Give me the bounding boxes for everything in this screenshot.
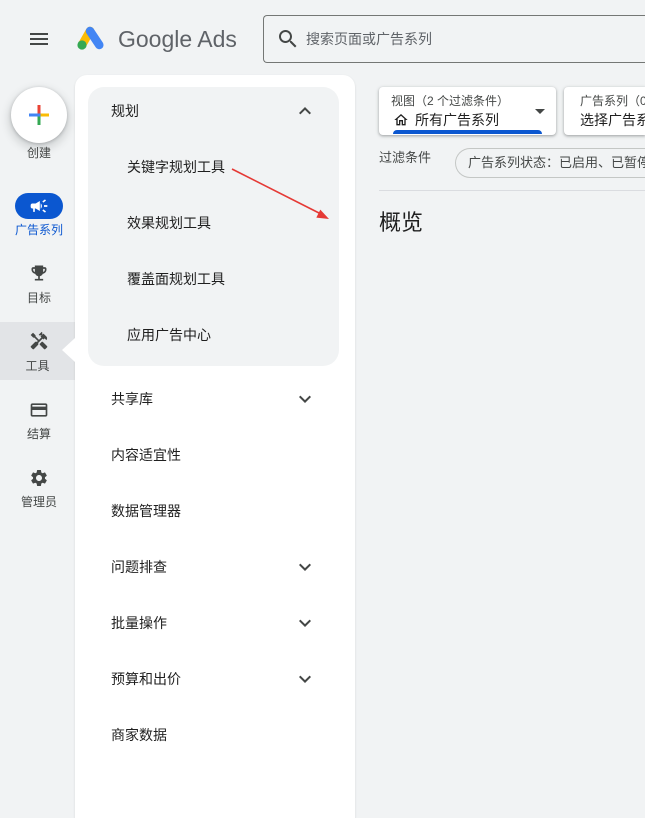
filter-chip-text: 广告系列状态：已启用、已暂停 bbox=[468, 155, 645, 170]
chevron-down-icon bbox=[299, 675, 311, 683]
trophy-icon bbox=[31, 265, 47, 281]
menu-section-label: 共享库 bbox=[111, 391, 153, 407]
tools-flyout-menu: 规划 关键字规划工具 效果规划工具 覆盖面规划工具 应用广告中心 共享库 内容适… bbox=[75, 75, 355, 818]
menu-item-performance-planner[interactable]: 效果规划工具 bbox=[88, 195, 339, 251]
rail-item-admin[interactable]: 管理员 bbox=[0, 468, 78, 512]
settings-gear-icon bbox=[31, 470, 47, 486]
menu-item-label: 覆盖面规划工具 bbox=[127, 271, 225, 287]
menu-item-label: 效果规划工具 bbox=[127, 215, 211, 231]
planning-section: 规划 关键字规划工具 效果规划工具 覆盖面规划工具 应用广告中心 bbox=[88, 87, 339, 366]
rail-item-label: 管理员 bbox=[20, 495, 57, 509]
rail-item-label: 结算 bbox=[26, 427, 51, 441]
filters-label: 过滤条件 bbox=[379, 150, 432, 165]
menu-section-business-data[interactable]: 商家数据 bbox=[75, 707, 355, 763]
menu-item-label: 关键字规划工具 bbox=[127, 159, 225, 175]
dropdown-arrow-icon bbox=[535, 109, 545, 114]
menu-section-bulk-actions[interactable]: 批量操作 bbox=[75, 595, 355, 651]
campaign-selector-label: 广告系列（0 bbox=[580, 94, 645, 108]
chevron-down-icon bbox=[299, 395, 311, 403]
menu-section-data-manager[interactable]: 数据管理器 bbox=[75, 483, 355, 539]
menu-section-content-suitability[interactable]: 内容适宜性 bbox=[75, 427, 355, 483]
planning-section-header[interactable]: 规划 bbox=[88, 87, 339, 135]
divider bbox=[379, 190, 645, 191]
view-selector-dropdown[interactable]: 视图（2 个过滤条件） 所有广告系列 bbox=[379, 87, 556, 135]
menu-section-label: 内容适宜性 bbox=[111, 447, 181, 463]
search-icon bbox=[279, 30, 297, 48]
chevron-down-icon bbox=[299, 619, 311, 627]
home-icon bbox=[394, 114, 408, 126]
rail-item-billing[interactable]: 结算 bbox=[0, 400, 78, 444]
search-input[interactable] bbox=[306, 29, 636, 49]
campaign-selector-dropdown[interactable]: 广告系列（0 选择广告系 bbox=[564, 87, 645, 135]
tools-icon bbox=[30, 331, 48, 350]
menu-item-reach-planner[interactable]: 覆盖面规划工具 bbox=[88, 251, 339, 307]
campaign-status-filter-chip[interactable]: 广告系列状态：已启用、已暂停 bbox=[455, 148, 645, 178]
menu-item-app-ads-hub[interactable]: 应用广告中心 bbox=[88, 307, 339, 363]
menu-section-label: 商家数据 bbox=[111, 727, 167, 743]
menu-section-label: 数据管理器 bbox=[111, 503, 181, 519]
rail-item-label: 广告系列 bbox=[14, 223, 63, 237]
page-title: 概览 bbox=[379, 210, 424, 235]
campaign-active-pill bbox=[15, 193, 63, 219]
product-name[interactable]: Google Ads bbox=[118, 24, 237, 54]
view-selector-active-bar bbox=[393, 130, 542, 134]
menu-item-label: 应用广告中心 bbox=[127, 327, 211, 343]
view-selector-value: 所有广告系列 bbox=[415, 112, 499, 128]
flyout-pointer bbox=[62, 338, 75, 362]
google-ads-logo-icon[interactable] bbox=[75, 24, 106, 52]
search-box[interactable] bbox=[263, 15, 645, 63]
create-plus-icon bbox=[29, 105, 49, 125]
planning-section-label: 规划 bbox=[111, 103, 139, 119]
menu-section-shared-library[interactable]: 共享库 bbox=[75, 371, 355, 427]
view-selector-label: 视图（2 个过滤条件） bbox=[391, 94, 510, 108]
main-menu-button[interactable] bbox=[27, 27, 51, 51]
menu-item-keyword-planner[interactable]: 关键字规划工具 bbox=[88, 139, 339, 195]
menu-section-budgets-and-bidding[interactable]: 预算和出价 bbox=[75, 651, 355, 707]
rail-item-campaigns[interactable]: 广告系列 bbox=[0, 189, 78, 239]
menu-icon bbox=[30, 33, 48, 45]
menu-section-label: 批量操作 bbox=[111, 615, 167, 631]
chevron-down-icon bbox=[299, 563, 311, 571]
campaign-selector-value: 选择广告系 bbox=[580, 112, 645, 128]
create-button[interactable] bbox=[11, 87, 67, 143]
credit-card-icon bbox=[30, 403, 48, 417]
rail-item-label: 目标 bbox=[26, 291, 51, 305]
create-label: 创建 bbox=[26, 146, 51, 160]
chevron-up-icon bbox=[299, 107, 311, 115]
campaign-megaphone-icon bbox=[30, 199, 48, 213]
menu-section-label: 问题排查 bbox=[111, 559, 167, 575]
menu-section-troubleshooting[interactable]: 问题排查 bbox=[75, 539, 355, 595]
menu-section-label: 预算和出价 bbox=[111, 671, 181, 687]
rail-item-goals[interactable]: 目标 bbox=[0, 263, 78, 308]
